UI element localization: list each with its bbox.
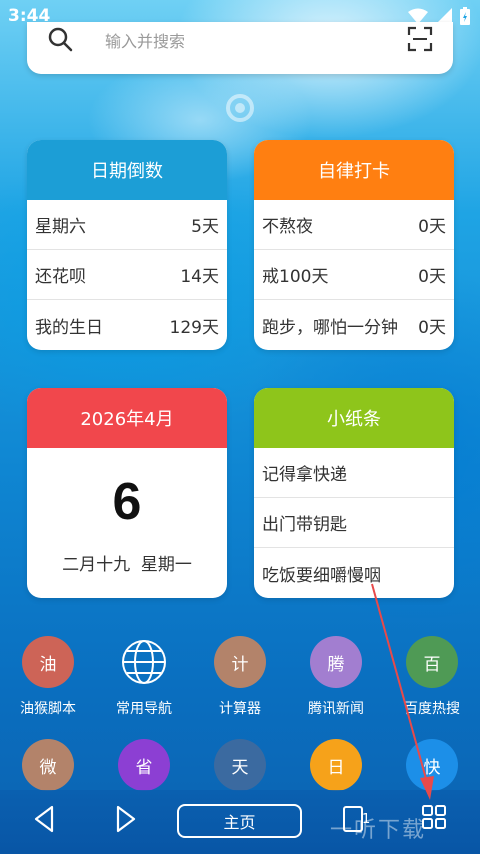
app-calculator[interactable]: 计 计算器 (192, 636, 288, 718)
checkin-row[interactable]: 戒100天 0天 (254, 250, 454, 300)
calendar-day: 6 (112, 473, 142, 531)
app-logo-icon (226, 94, 254, 122)
search-icon[interactable] (47, 26, 73, 52)
calendar-header: 2026年4月 (27, 388, 227, 448)
search-bar[interactable]: 输入并搜索 (27, 22, 453, 74)
checkin-row[interactable]: 跑步，哪怕一分钟 0天 (254, 300, 454, 350)
app-daily[interactable]: 日 (288, 739, 384, 791)
globe-icon[interactable] (118, 636, 170, 688)
notes-card[interactable]: 小纸条 记得拿快递 出门带钥匙 吃饭要细嚼慢咽 (254, 388, 454, 598)
app-label: 油猴脚本 (20, 701, 76, 717)
scan-icon[interactable] (407, 26, 433, 52)
countdown-row[interactable]: 星期六 5天 (27, 200, 227, 250)
countdown-name: 星期六 (35, 217, 86, 237)
app-label: 计算器 (219, 701, 261, 717)
app-navigation[interactable]: 常用导航 (96, 636, 192, 718)
countdown-card[interactable]: 日期倒数 星期六 5天 还花呗 14天 我的生日 129天 (27, 140, 227, 350)
app-label: 常用导航 (116, 701, 172, 717)
battery-icon (460, 7, 470, 25)
weibo-icon[interactable]: 微 (22, 739, 74, 791)
checkin-row[interactable]: 不熬夜 0天 (254, 200, 454, 250)
checkin-value: 0天 (418, 217, 446, 237)
countdown-row[interactable]: 还花呗 14天 (27, 250, 227, 300)
countdown-value: 14天 (180, 267, 219, 287)
calendar-lunar: 二月十九 (62, 555, 131, 575)
search-input[interactable]: 输入并搜索 (105, 28, 407, 52)
checkin-card[interactable]: 自律打卡 不熬夜 0天 戒100天 0天 跑步，哪怕一分钟 0天 (254, 140, 454, 350)
apps-row-2: 微 省 天 日 快 (0, 739, 480, 791)
countdown-value: 129天 (169, 317, 219, 338)
home-button[interactable]: 主页 (177, 804, 302, 838)
calendar-weekday: 星期一 (140, 555, 192, 575)
weather-icon[interactable]: 天 (214, 739, 266, 791)
countdown-value: 5天 (191, 217, 219, 237)
checkin-name: 不熬夜 (262, 217, 313, 237)
calendar-subtitle: 二月十九 星期一 (27, 550, 227, 575)
checkin-header: 自律打卡 (254, 140, 454, 200)
note-item[interactable]: 出门带钥匙 (254, 498, 454, 548)
app-baidu-hot[interactable]: 百 百度热搜 (384, 636, 480, 718)
countdown-name: 还花呗 (35, 267, 86, 287)
calendar-card[interactable]: 2026年4月 6 二月十九 星期一 (27, 388, 227, 598)
kuai-icon[interactable]: 快 (406, 739, 458, 791)
watermark: 一听下载 (330, 818, 427, 843)
checkin-value: 0天 (418, 267, 446, 287)
apps-row-1: 油 油猴脚本 常用导航 计 计算器 腾 腾讯新闻 百 百度热搜 (0, 636, 480, 718)
app-oil-script[interactable]: 油 油猴脚本 (0, 636, 96, 718)
note-text: 记得拿快递 (262, 465, 347, 485)
checkin-name: 戒100天 (262, 267, 329, 287)
calculator-icon[interactable]: 计 (214, 636, 266, 688)
note-item[interactable]: 记得拿快递 (254, 448, 454, 498)
app-kuai[interactable]: 快 (384, 739, 480, 791)
note-text: 出门带钥匙 (262, 515, 347, 535)
notes-header: 小纸条 (254, 388, 454, 448)
app-tencent-news[interactable]: 腾 腾讯新闻 (288, 636, 384, 718)
baidu-icon[interactable]: 百 (406, 636, 458, 688)
app-save[interactable]: 省 (96, 739, 192, 791)
app-label: 百度热搜 (404, 701, 460, 717)
oil-icon[interactable]: 油 (22, 636, 74, 688)
save-icon[interactable]: 省 (118, 739, 170, 791)
note-text: 吃饭要细嚼慢咽 (262, 565, 381, 586)
app-weibo[interactable]: 微 (0, 739, 96, 791)
daily-icon[interactable]: 日 (310, 739, 362, 791)
checkin-name: 跑步，哪怕一分钟 (262, 317, 398, 338)
countdown-name: 我的生日 (35, 317, 103, 338)
app-weather[interactable]: 天 (192, 739, 288, 791)
countdown-row[interactable]: 我的生日 129天 (27, 300, 227, 350)
checkin-value: 0天 (418, 317, 446, 338)
back-icon[interactable] (32, 804, 56, 834)
tencent-icon[interactable]: 腾 (310, 636, 362, 688)
note-item[interactable]: 吃饭要细嚼慢咽 (254, 548, 454, 598)
countdown-header: 日期倒数 (27, 140, 227, 200)
forward-icon[interactable] (114, 804, 138, 834)
app-label: 腾讯新闻 (308, 701, 364, 717)
